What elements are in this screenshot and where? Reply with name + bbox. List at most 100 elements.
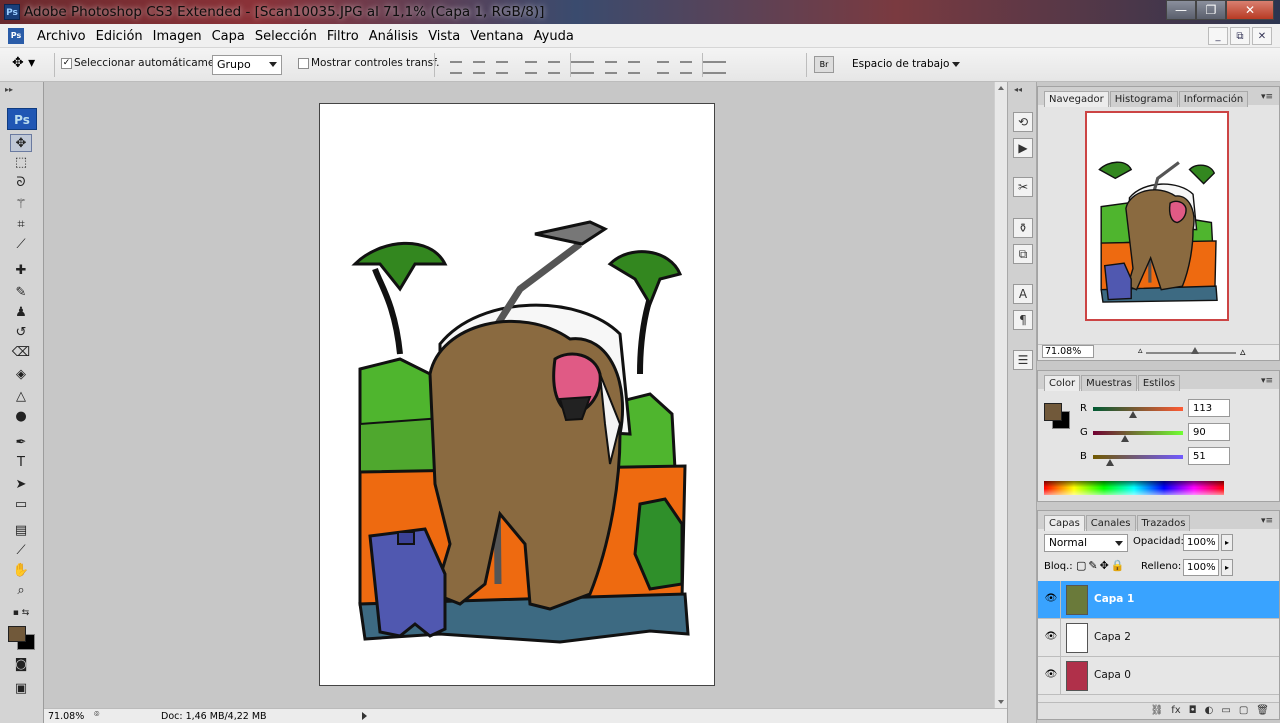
navigator-zoom-knob[interactable]	[1191, 347, 1199, 354]
add-mask-icon[interactable]: ◘	[1189, 703, 1197, 719]
move-tool-icon[interactable]: ✥	[10, 134, 32, 152]
layer-name[interactable]: Capa 2	[1094, 631, 1131, 643]
quick-mask-icon[interactable]: ◙	[10, 656, 32, 674]
paragraph-panel-icon[interactable]: ¶	[1013, 310, 1033, 330]
history-panel-icon[interactable]: ⟲	[1013, 112, 1033, 132]
distribute-vcenter-icon[interactable]	[601, 57, 619, 74]
channel-r-value[interactable]: 113	[1188, 399, 1230, 417]
adjustment-layer-icon[interactable]: ◐	[1205, 703, 1214, 719]
layer-name[interactable]: Capa 1	[1094, 593, 1134, 605]
channel-g-value[interactable]: 90	[1188, 423, 1230, 441]
panel-menu-icon[interactable]: ▾≡	[1261, 376, 1273, 386]
new-group-icon[interactable]: ▭	[1221, 703, 1230, 719]
character-panel-icon[interactable]: A	[1013, 284, 1033, 304]
slice-tool-icon[interactable]: ⟋	[10, 236, 32, 254]
visibility-eye-icon[interactable]: 👁	[1044, 593, 1058, 605]
distribute-hcenter-icon[interactable]	[676, 57, 694, 74]
crop-tool-icon[interactable]: ⌗	[10, 216, 32, 234]
opacity-arrow-icon[interactable]: ▸	[1221, 534, 1233, 551]
menu-seleccion[interactable]: Selección	[250, 29, 322, 44]
fill-arrow-icon[interactable]: ▸	[1221, 559, 1233, 576]
history-brush-tool-icon[interactable]: ↺	[10, 324, 32, 342]
tab-estilos[interactable]: Estilos	[1137, 375, 1181, 391]
default-colors-icon[interactable]: ▪ ⇆	[10, 604, 32, 622]
brushes-panel-icon[interactable]: ⚱	[1013, 218, 1033, 238]
pen-tool-icon[interactable]: ✒	[10, 434, 32, 452]
tab-muestras[interactable]: Muestras	[1081, 375, 1137, 391]
eraser-tool-icon[interactable]: ⌫	[10, 344, 32, 362]
fill-input[interactable]: 100%	[1183, 559, 1219, 576]
tab-informacion[interactable]: Información	[1178, 91, 1249, 107]
clone-stamp-tool-icon[interactable]: ♟	[10, 304, 32, 322]
auto-align-layers-icon[interactable]	[710, 57, 728, 74]
visibility-eye-icon[interactable]: 👁	[1044, 669, 1058, 681]
tool-presets-panel-icon[interactable]: ✂	[1013, 177, 1033, 197]
new-layer-icon[interactable]: ▢	[1239, 703, 1248, 719]
auto-select-mode-dropdown[interactable]: Grupo	[212, 55, 282, 75]
layer-row-capa-1[interactable]: 👁 Capa 1	[1038, 581, 1279, 619]
scroll-down-icon[interactable]	[998, 700, 1004, 704]
workspace-dropdown[interactable]: Espacio de trabajo	[852, 58, 961, 70]
auto-select-checkbox[interactable]: ✓	[61, 58, 72, 69]
doc-restore-button[interactable]: ⧉	[1230, 27, 1250, 45]
collapse-grip-icon[interactable]: ▸▸	[5, 85, 13, 94]
restore-button[interactable]: ❐	[1196, 0, 1226, 20]
marquee-tool-icon[interactable]: ⬚	[10, 154, 32, 172]
zoom-out-icon[interactable]: ▵	[1138, 346, 1143, 356]
channel-g-knob[interactable]	[1121, 435, 1129, 442]
menu-capa[interactable]: Capa	[207, 29, 250, 44]
close-button[interactable]: ✕	[1226, 0, 1274, 20]
layer-name[interactable]: Capa 0	[1094, 669, 1131, 681]
eyedropper-tool-icon[interactable]: ⟋	[10, 542, 32, 560]
status-zoom-level[interactable]: 71.08%	[48, 711, 84, 722]
canvas-vertical-scrollbar[interactable]	[994, 82, 1007, 708]
dock-grip-icon[interactable]: ◂◂	[1014, 85, 1022, 94]
distribute-left-icon[interactable]	[653, 57, 671, 74]
menu-analisis[interactable]: Análisis	[364, 29, 423, 44]
layer-row-capa-0[interactable]: 👁 Capa 0	[1038, 657, 1279, 695]
clone-source-panel-icon[interactable]: ⧉	[1013, 244, 1033, 264]
tab-color[interactable]: Color	[1044, 375, 1081, 391]
channel-r-slider[interactable]	[1093, 407, 1183, 411]
visibility-eye-icon[interactable]: 👁	[1044, 631, 1058, 643]
delete-layer-icon[interactable]: 🗑	[1256, 703, 1269, 719]
zoom-in-icon[interactable]: ▵	[1240, 345, 1246, 358]
align-vcenter-icon[interactable]	[469, 57, 487, 74]
doc-minimize-button[interactable]: _	[1208, 27, 1228, 45]
align-left-icon[interactable]	[521, 57, 539, 74]
menu-edicion[interactable]: Edición	[91, 29, 148, 44]
show-transform-checkbox[interactable]	[298, 58, 309, 69]
doc-close-button[interactable]: ✕	[1252, 27, 1272, 45]
channel-b-value[interactable]: 51	[1188, 447, 1230, 465]
actions-panel-icon[interactable]: ▶	[1013, 138, 1033, 158]
layer-comps-panel-icon[interactable]: ☰	[1013, 350, 1033, 370]
move-tool-preset-icon[interactable]: ✥ ▾	[12, 55, 46, 75]
color-fg-swatch[interactable]	[1044, 403, 1062, 421]
align-top-icon[interactable]	[446, 57, 464, 74]
menu-ventana[interactable]: Ventana	[465, 29, 528, 44]
paint-bucket-tool-icon[interactable]: ◈	[10, 366, 32, 384]
path-selection-tool-icon[interactable]: ➤	[10, 476, 32, 494]
align-hcenter-icon[interactable]	[544, 57, 562, 74]
menu-filtro[interactable]: Filtro	[322, 29, 364, 44]
distribute-top-icon[interactable]	[578, 57, 596, 74]
panel-menu-icon[interactable]: ▾≡	[1261, 92, 1273, 102]
blend-mode-dropdown[interactable]: Normal	[1044, 534, 1128, 552]
notes-tool-icon[interactable]: ▤	[10, 522, 32, 540]
distribute-bottom-icon[interactable]	[624, 57, 642, 74]
channel-r-knob[interactable]	[1129, 411, 1137, 418]
hand-tool-icon[interactable]: ✋	[10, 562, 32, 580]
tab-histograma[interactable]: Histograma	[1109, 91, 1178, 107]
opacity-input[interactable]: 100%	[1183, 534, 1219, 551]
foreground-color-swatch[interactable]	[8, 626, 26, 642]
zoom-tool-icon[interactable]: ⌕	[10, 582, 32, 600]
minimize-button[interactable]: —	[1166, 0, 1196, 20]
align-bottom-icon[interactable]	[492, 57, 510, 74]
menu-vista[interactable]: Vista	[423, 29, 465, 44]
brush-tool-icon[interactable]: ✎	[10, 284, 32, 302]
menu-ayuda[interactable]: Ayuda	[529, 29, 579, 44]
document-ps-icon[interactable]: Ps	[8, 28, 24, 44]
magic-wand-tool-icon[interactable]: ⚚	[10, 196, 32, 214]
shape-tool-icon[interactable]: ▭	[10, 496, 32, 514]
menu-archivo[interactable]: Archivo	[32, 29, 91, 44]
